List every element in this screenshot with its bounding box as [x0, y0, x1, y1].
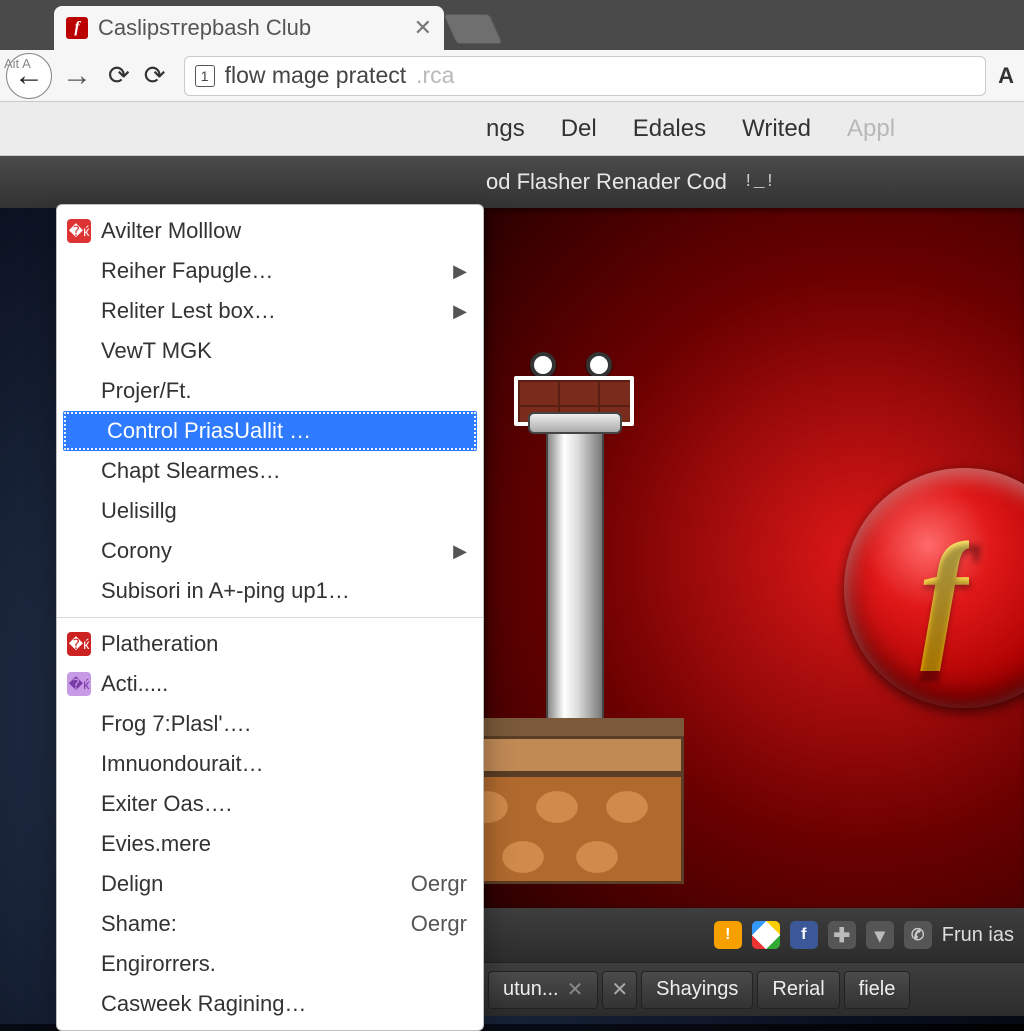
flash-favicon-icon: f	[66, 17, 88, 39]
context-menu-item[interactable]: Uelisillg	[57, 491, 483, 531]
flash-canvas[interactable]: f	[484, 208, 1024, 908]
reload-icon-2[interactable]: ⟳	[138, 60, 172, 91]
url-field[interactable]: 1 flow mage pratect .rca	[184, 56, 987, 96]
status-btn-4[interactable]: fiele	[844, 971, 911, 1009]
tab-title: Caslipsтrepbash Club	[98, 15, 311, 41]
context-menu-label: Shame:	[101, 911, 177, 937]
url-tld: .rca	[416, 62, 454, 89]
context-menu-label: Chapt Slearmes…	[101, 458, 281, 484]
flash-title-bar: od Flasher Renader Cod !_!	[0, 156, 1024, 208]
context-menu-item[interactable]: Reliter Lest box… ▶	[57, 291, 483, 331]
menu-item-4[interactable]: Writed	[742, 115, 811, 143]
context-menu-item[interactable]: Shame: Oergr	[57, 904, 483, 944]
context-menu-label: Reliter Lest box…	[101, 298, 276, 324]
pur-menu-icon: �ќ	[67, 672, 91, 696]
flash-title-code: !_!	[743, 172, 775, 192]
page-menubar: ngs Del Edales Writed Appl	[0, 102, 1024, 156]
status-btn-3[interactable]: Rerial	[757, 971, 839, 1009]
browser-window: Ait A f Caslipsтrepbash Club ✕ ← → ⟳ ⟳ 1…	[0, 0, 1024, 1024]
context-menu-item[interactable]: Control PriasUallit …	[63, 411, 477, 451]
pipe-lip	[528, 412, 622, 434]
tray-label: Frun ias	[942, 924, 1014, 947]
status-btn-1[interactable]: utun...✕	[488, 971, 598, 1009]
close-icon[interactable]: ✕	[414, 15, 432, 41]
submenu-arrow-icon: ▶	[453, 261, 467, 282]
context-menu-label: Evies.mere	[101, 831, 211, 857]
context-menu-item[interactable]: Exiter Oas….	[57, 784, 483, 824]
menu-shortcut: Oergr	[411, 871, 467, 897]
platform-top	[484, 718, 684, 774]
flash-title: od Flasher Renader Cod	[486, 169, 727, 195]
facebook-icon[interactable]: f	[790, 921, 818, 949]
context-menu-item[interactable]: Evies.mere	[57, 824, 483, 864]
submenu-arrow-icon: ▶	[453, 301, 467, 322]
pipe	[546, 426, 604, 726]
context-menu-item[interactable]: Frog 7:Plasl'….	[57, 704, 483, 744]
flash-logo-icon: f	[844, 468, 1024, 708]
context-menu-label: Control PriasUallit …	[107, 418, 311, 444]
forward-button[interactable]: →	[54, 53, 100, 99]
context-menu-label: Uelisillg	[101, 498, 177, 524]
red-menu-icon: �ќ	[67, 219, 91, 243]
context-menu-label: VewT MGK	[101, 338, 212, 364]
context-menu-label: Subisori in A+-ping up1…	[101, 578, 350, 604]
menu-item-3[interactable]: Edales	[633, 115, 706, 143]
context-menu-label: Acti.....	[101, 671, 168, 697]
context-menu-label: Frog 7:Plasl'….	[101, 711, 251, 737]
context-menu-label: Casweek Ragining…	[101, 991, 306, 1017]
context-menu-item[interactable]: Engirorrers.	[57, 944, 483, 984]
submenu-arrow-icon: ▶	[453, 541, 467, 562]
menu-item-2[interactable]: Del	[561, 115, 597, 143]
context-menu-label: Projer/Ft.	[101, 378, 191, 404]
context-menu-item[interactable]: Subisori in A+-ping up1…	[57, 571, 483, 611]
tab-strip: f Caslipsтrepbash Club ✕	[0, 0, 1024, 50]
menu-shortcut: Oergr	[411, 911, 467, 937]
context-menu-item[interactable]: Imnuondourait…	[57, 744, 483, 784]
context-menu-label: Reiher Fapugle…	[101, 258, 273, 284]
context-menu-item[interactable]: �ќ Platheration	[57, 624, 483, 664]
status-bar: utun...✕ ✕ Shayings Rerial fiele	[484, 962, 1024, 1016]
context-menu-item[interactable]: Delign Oergr	[57, 864, 483, 904]
context-menu-label: Delign	[101, 871, 163, 897]
window-badge: Ait A	[4, 56, 31, 71]
new-tab-button[interactable]	[443, 14, 502, 44]
status-icon-x[interactable]: ✕	[602, 971, 637, 1009]
platform-rocks	[484, 774, 684, 884]
context-menu: �ќAvilter MolllowReiher Fapugle…▶Reliter…	[56, 204, 484, 1031]
context-menu-item[interactable]: �ќ Acti.....	[57, 664, 483, 704]
context-menu-label: Corony	[101, 538, 172, 564]
windows-icon[interactable]	[752, 921, 780, 949]
enemy-eyes-icon	[530, 352, 612, 378]
context-menu-item[interactable]: VewT MGK	[57, 331, 483, 371]
address-bar: ← → ⟳ ⟳ 1 flow mage pratect.rca A	[0, 50, 1024, 102]
bookmark-icon[interactable]: A	[998, 63, 1014, 89]
status-btn-2[interactable]: Shayings	[641, 971, 753, 1009]
browser-tab[interactable]: f Caslipsтrepbash Club ✕	[54, 6, 444, 50]
add-icon[interactable]: ✚	[828, 921, 856, 949]
notify-icon[interactable]: !	[714, 921, 742, 949]
context-menu-label: Exiter Oas….	[101, 791, 232, 817]
context-menu-label: Avilter Molllow	[101, 218, 241, 244]
dropdown-icon[interactable]: ▾	[866, 921, 894, 949]
context-menu-item[interactable]: �ќ Avilter Molllow	[57, 211, 483, 251]
context-menu-item[interactable]: Projer/Ft.	[57, 371, 483, 411]
menu-item-5[interactable]: Appl	[847, 115, 895, 143]
page-content: ngs Del Edales Writed Appl Fon od Flashe…	[0, 102, 1024, 1024]
context-menu-item[interactable]: Casweek Ragining…	[57, 984, 483, 1024]
menu-item-1[interactable]: ngs	[486, 115, 525, 143]
context-menu-item[interactable]: Chapt Slearmes…	[57, 451, 483, 491]
menu-separator	[57, 617, 483, 618]
red2-menu-icon: �ќ	[67, 632, 91, 656]
context-menu-label: Engirorrers.	[101, 951, 216, 977]
context-menu-item[interactable]: Reiher Fapugle… ▶	[57, 251, 483, 291]
context-menu-label: Imnuondourait…	[101, 751, 264, 777]
site-info-icon[interactable]: 1	[195, 65, 215, 87]
phone-icon[interactable]: ✆	[904, 921, 932, 949]
tray-bar: ! f ✚ ▾ ✆ Frun ias	[484, 908, 1024, 962]
context-menu-label: Platheration	[101, 631, 218, 657]
reload-icon[interactable]: ⟳	[102, 60, 136, 91]
context-menu-item[interactable]: Corony ▶	[57, 531, 483, 571]
url-host: flow mage pratect	[225, 62, 407, 89]
